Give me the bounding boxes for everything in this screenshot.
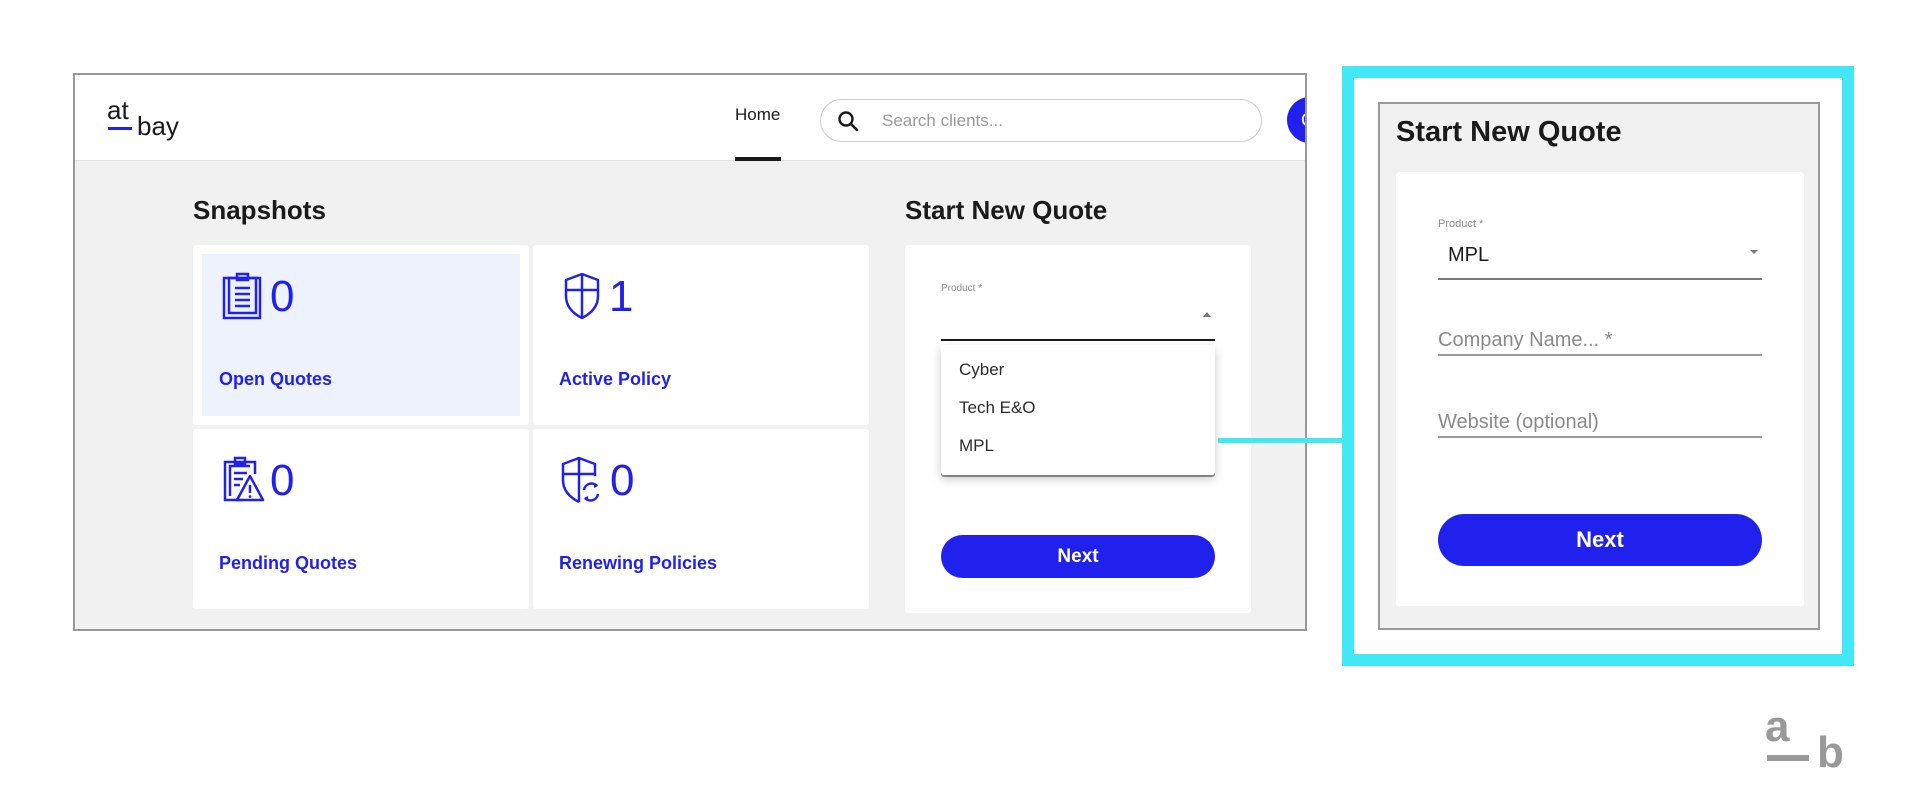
pending-quotes-count: 0 [270, 456, 295, 505]
snapshot-card-renewing-policies[interactable]: 0 Renewing Policies [533, 429, 869, 609]
clipboard-icon [222, 272, 264, 320]
website-input[interactable] [1438, 404, 1762, 438]
product-field-label: Product * [941, 283, 983, 294]
logo-underline [108, 127, 132, 130]
next-button[interactable]: Next [941, 535, 1215, 578]
app-screenshot-frame: at bay Home Search clients... C Snapshot… [73, 73, 1307, 631]
shield-icon [563, 272, 605, 320]
active-policy-label: Active Policy [559, 369, 672, 389]
at-bay-logo[interactable]: at bay [107, 97, 197, 145]
dropdown-option-tech-eo[interactable]: Tech E&O [959, 398, 1036, 418]
search-clients-placeholder: Search clients... [882, 111, 1003, 130]
callout-quote-card: Product * MPL Next [1396, 172, 1804, 606]
search-icon [837, 110, 859, 132]
product-dropdown-menu: Cyber Tech E&O MPL [941, 345, 1215, 475]
shield-renew-icon [561, 456, 603, 504]
snapshot-card-open-quotes[interactable]: 0 Open Quotes [193, 245, 529, 425]
search-clients-field[interactable]: Search clients... [820, 99, 1262, 142]
logo-at-text: at [107, 95, 129, 125]
snapshots-heading: Snapshots [193, 195, 326, 225]
watermark-line [1767, 755, 1809, 761]
company-name-input[interactable] [1438, 322, 1762, 356]
watermark-b: b [1817, 728, 1844, 777]
logo-bay-text: bay [137, 111, 179, 141]
callout-product-select-underline [1438, 278, 1762, 280]
caret-up-icon [1203, 312, 1211, 317]
top-navigation-bar: at bay Home Search clients... C [75, 75, 1305, 161]
renewing-policies-label: Renewing Policies [559, 553, 718, 573]
open-quotes-count: 0 [270, 272, 295, 321]
watermark-logo: a b [1765, 705, 1855, 785]
callout-connector-line [1218, 438, 1344, 443]
watermark-a: a [1765, 702, 1790, 751]
renewing-policies-count: 0 [610, 456, 635, 505]
callout-start-new-quote-heading: Start New Quote [1396, 116, 1622, 148]
callout-screenshot-frame: Start New Quote Product * MPL Next [1378, 102, 1820, 630]
active-policy-count: 1 [609, 272, 634, 321]
user-avatar[interactable]: C [1287, 97, 1305, 143]
callout-next-button[interactable]: Next [1438, 514, 1762, 566]
nav-tab-home[interactable]: Home [735, 105, 780, 125]
clipboard-warning-icon [221, 456, 265, 504]
dropdown-option-mpl[interactable]: MPL [959, 436, 994, 456]
dropdown-option-cyber[interactable]: Cyber [959, 360, 1004, 380]
product-select-underline [941, 339, 1215, 341]
callout-product-select-value: MPL [1448, 244, 1490, 266]
start-new-quote-heading: Start New Quote [905, 195, 1108, 225]
open-quotes-label: Open Quotes [219, 369, 333, 389]
callout-product-field-label: Product * [1438, 218, 1484, 230]
snapshot-card-pending-quotes[interactable]: 0 Pending Quotes [193, 429, 529, 609]
pending-quotes-label: Pending Quotes [219, 553, 358, 573]
nav-tab-home-active-indicator [735, 157, 781, 161]
snapshot-card-active-policy[interactable]: 1 Active Policy [533, 245, 869, 425]
caret-down-icon [1750, 250, 1758, 254]
product-select[interactable] [941, 295, 1215, 339]
callout-product-select[interactable]: MPL [1438, 238, 1762, 278]
